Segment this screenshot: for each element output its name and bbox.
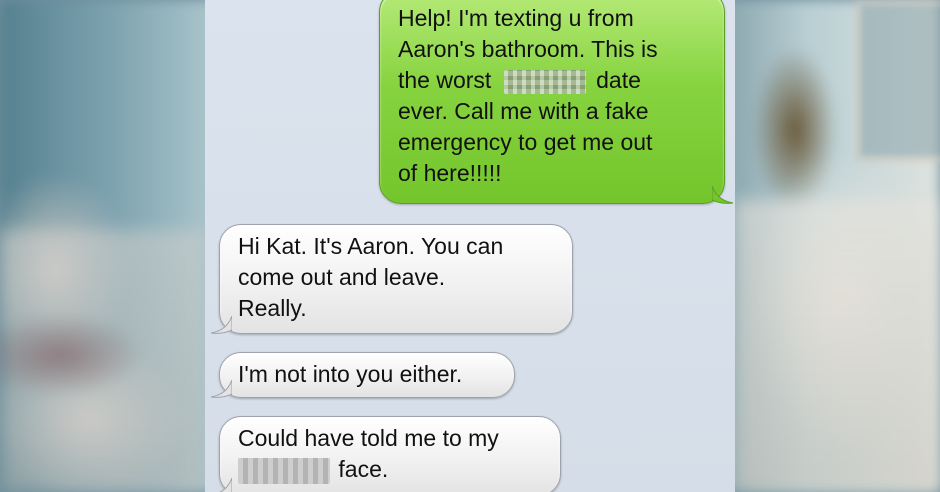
message-line: Really. (238, 295, 307, 321)
message-line: face. (238, 454, 542, 485)
bubble-tail-icon (210, 379, 232, 398)
message-line: the worst date (398, 65, 706, 96)
sent-message-bubble[interactable]: Help! I'm texting u from Aaron's bathroo… (379, 0, 734, 204)
message-line: of here!!!!! (398, 160, 502, 186)
bubble-tail-icon (712, 185, 734, 204)
message-text: face. (338, 456, 389, 482)
message-thread: Help! I'm texting u from Aaron's bathroo… (205, 0, 735, 492)
message-line: Could have told me to my (238, 425, 499, 451)
bathroom-wall-right (735, 200, 940, 492)
message-line: emergency to get me out (398, 129, 653, 155)
mirror (855, 0, 940, 162)
bubble-tail-icon (219, 477, 232, 492)
message-line: Help! I'm texting u from (398, 5, 634, 31)
message-line: Hi Kat. It's Aaron. You can (238, 233, 504, 259)
message-line: Aaron's bathroom. This is (398, 36, 658, 62)
censored-word (503, 69, 586, 94)
message-text: the worst (398, 67, 492, 93)
message-text: date (596, 67, 641, 93)
bubble-tail-icon (210, 315, 232, 334)
message-line: ever. Call me with a fake (398, 98, 649, 124)
received-message-bubble[interactable]: I'm not into you either. (210, 352, 515, 398)
message-line: come out and leave. (238, 264, 446, 290)
received-message-bubble[interactable]: Hi Kat. It's Aaron. You can come out and… (210, 224, 573, 334)
message-line: I'm not into you either. (238, 361, 463, 387)
bathroom-wall-left (0, 230, 205, 492)
received-message-bubble[interactable]: Could have told me to my face. (219, 416, 561, 492)
censored-word (238, 457, 330, 484)
